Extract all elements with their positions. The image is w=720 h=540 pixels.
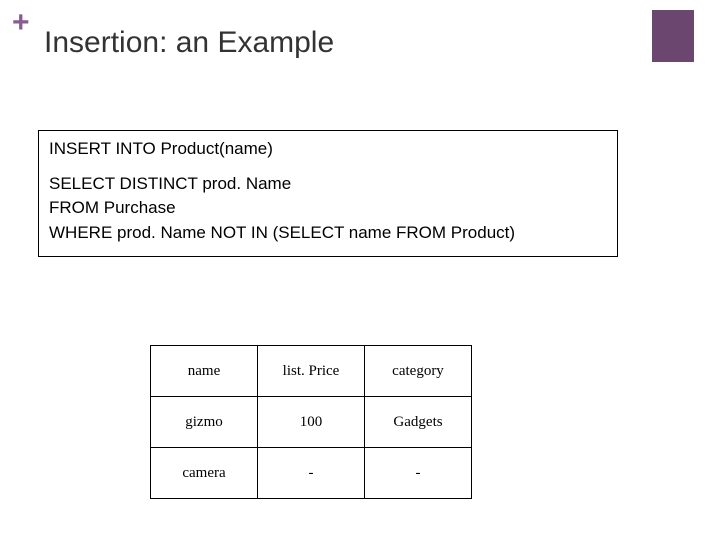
table-row: camera - - (151, 448, 472, 499)
table-row: gizmo 100 Gadgets (151, 397, 472, 448)
side-accent (652, 10, 694, 62)
cell: - (258, 448, 365, 499)
cell: gizmo (151, 397, 258, 448)
sql-select-line: SELECT DISTINCT prod. Name (49, 172, 607, 197)
cell: Gadgets (365, 397, 472, 448)
page-title: Insertion: an Example (44, 26, 334, 60)
col-category: category (365, 346, 472, 397)
plus-icon: + (12, 8, 30, 38)
sql-box: INSERT INTO Product(name) SELECT DISTINC… (38, 130, 618, 257)
product-table: name list. Price category gizmo 100 Gadg… (150, 345, 472, 499)
cell: 100 (258, 397, 365, 448)
col-listprice: list. Price (258, 346, 365, 397)
col-name: name (151, 346, 258, 397)
cell: camera (151, 448, 258, 499)
cell: - (365, 448, 472, 499)
sql-insert-line: INSERT INTO Product(name) (49, 137, 607, 162)
sql-where-line: WHERE prod. Name NOT IN (SELECT name FRO… (49, 221, 607, 246)
table-header-row: name list. Price category (151, 346, 472, 397)
sql-from-line: FROM Purchase (49, 196, 607, 221)
